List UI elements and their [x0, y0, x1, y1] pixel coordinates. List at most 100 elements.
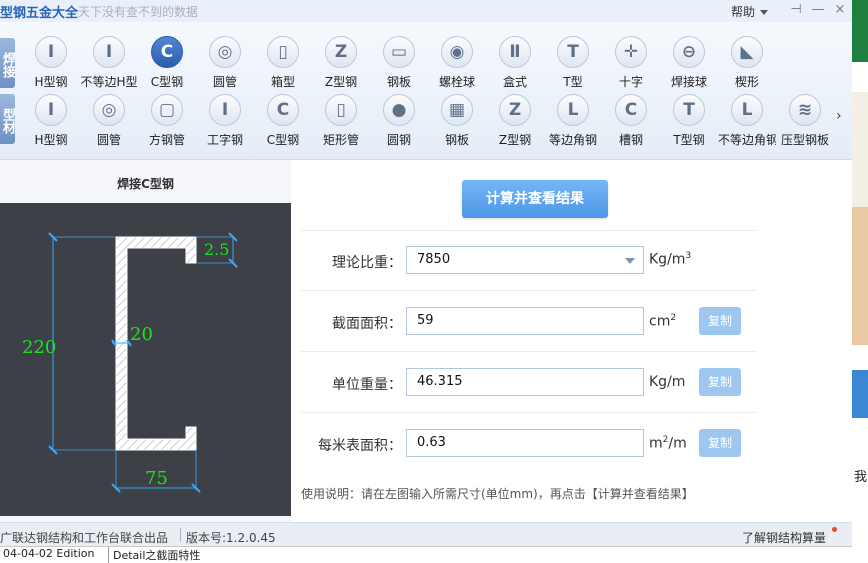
tool-profile-9[interactable]: L 等边角钢	[544, 94, 602, 148]
shape-icon: Ⅱ	[499, 36, 531, 68]
tool-label: 压型钢板	[780, 133, 829, 147]
divider	[301, 230, 756, 231]
density-value: 7850	[417, 252, 451, 267]
tool-profile-8[interactable]: Z Z型钢	[486, 94, 544, 148]
shape-icon: I	[209, 94, 241, 126]
tool-weld-11[interactable]: ⊖ 焊接球	[660, 36, 718, 90]
shape-icon: C	[267, 94, 299, 126]
help-menu[interactable]: 帮助	[731, 3, 769, 20]
tool-profile-7[interactable]: ▦ 钢板	[428, 94, 486, 148]
tool-label: 箱型	[270, 75, 295, 89]
tool-label: 槽钢	[618, 133, 643, 147]
tool-profile-5[interactable]: ▯ 矩形管	[312, 94, 370, 148]
tool-weld-4[interactable]: ▯ 箱型	[254, 36, 312, 90]
shape-icon: C	[151, 36, 183, 68]
tool-profile-4[interactable]: C C型钢	[254, 94, 312, 148]
pin-icon[interactable]: ⊣	[786, 1, 806, 19]
tool-label: T型钢	[673, 133, 705, 147]
tool-weld-12[interactable]: ◣ 楔形	[718, 36, 776, 90]
status-bar: 广联达钢结构和工作台联合出品 版本号:1.2.0.45 了解钢结构算量	[0, 522, 852, 546]
tool-label: 圆钢	[386, 133, 411, 147]
shape-icon: L	[557, 94, 589, 126]
tool-profile-10[interactable]: C 槽钢	[602, 94, 660, 148]
notification-dot	[832, 527, 837, 532]
weight-unit: Kg/m	[649, 374, 686, 390]
tool-weld-6[interactable]: ▭ 钢板	[370, 36, 428, 90]
category-tab-profile[interactable]: 型材	[0, 94, 15, 144]
publisher-text: 广联达钢结构和工作台联合出品	[0, 531, 169, 545]
tool-weld-3[interactable]: ◎ 圆管	[196, 36, 254, 90]
edge-text: 我	[854, 470, 868, 485]
shape-toolbar: 焊接 型材 I H型钢 I 不等边H型 C C型钢 ◎ 圆管 ▯ 箱型 Z Z型钢 ▭ 钢板 ◉ 螺栓球 Ⅱ 盒式…	[0, 22, 852, 160]
chevron-down-icon	[760, 10, 769, 15]
tool-weld-5[interactable]: Z Z型钢	[312, 36, 370, 90]
tool-label: C型钢	[266, 133, 300, 147]
tool-profile-12[interactable]: L 不等边角钢	[718, 94, 776, 148]
tool-profile-11[interactable]: T T型钢	[660, 94, 718, 148]
learn-more-link[interactable]: 了解钢结构算量	[742, 529, 826, 546]
shape-icon: ●	[383, 94, 415, 126]
shape-icon: ≋	[789, 94, 821, 126]
thickness-dim-value[interactable]: 20	[130, 324, 153, 345]
section-drawing: 220 2.5 20 75	[0, 203, 291, 516]
flange-dim-value[interactable]: 75	[145, 468, 168, 489]
tool-profile-2[interactable]: ▢ 方钢管	[138, 94, 196, 148]
height-dim-value[interactable]: 220	[22, 337, 56, 358]
tool-weld-1[interactable]: I 不等边H型	[80, 36, 138, 90]
tool-label: H型钢	[34, 75, 68, 89]
shape-icon: I	[35, 94, 67, 126]
tool-label: Z型钢	[324, 75, 358, 89]
tool-weld-2[interactable]: C C型钢	[138, 36, 196, 90]
shape-icon: T	[557, 36, 589, 68]
copy-surface-button[interactable]: 复制	[699, 429, 741, 457]
weight-field[interactable]: 46.315	[406, 368, 644, 396]
version-text: 版本号:1.2.0.45	[186, 531, 276, 545]
surface-label: 每米表面积：	[318, 438, 402, 454]
usage-instructions: 使用说明：请在左图输入所需尺寸(单位mm)，再点击【计算并查看结果】	[301, 487, 694, 501]
tool-weld-0[interactable]: I H型钢	[22, 36, 80, 90]
calculate-button[interactable]: 计算并查看结果	[462, 180, 608, 218]
c-section-svg: 220 2.5 20 75	[22, 232, 238, 493]
category-tab-weld[interactable]: 焊接	[0, 38, 15, 88]
copy-weight-button[interactable]: 复制	[699, 368, 741, 396]
minimize-icon[interactable]: —	[808, 1, 828, 19]
copy-area-button[interactable]: 复制	[699, 307, 741, 335]
tool-weld-10[interactable]: ✛ 十字	[602, 36, 660, 90]
divider	[301, 412, 756, 413]
chevron-right-icon[interactable]: ›	[836, 108, 842, 124]
tool-label: 圆管	[96, 133, 121, 147]
shape-icon: ◣	[731, 36, 763, 68]
tool-weld-9[interactable]: T T型	[544, 36, 602, 90]
shape-icon: ⊖	[673, 36, 705, 68]
tool-profile-0[interactable]: I H型钢	[22, 94, 80, 148]
tool-weld-7[interactable]: ◉ 螺栓球	[428, 36, 486, 90]
tool-label: 方钢管	[148, 133, 185, 147]
title-bar: 型钢五金大全 天下没有查不到的数据 帮助 ⊣ — ×	[0, 0, 852, 22]
area-field[interactable]: 59	[406, 307, 644, 335]
background-edge: 我	[852, 0, 868, 559]
help-label: 帮助	[731, 5, 756, 19]
close-icon[interactable]: ×	[830, 1, 850, 19]
tool-profile-6[interactable]: ● 圆钢	[370, 94, 428, 148]
tool-label: 楔形	[734, 75, 759, 89]
tool-label: 不等边H型	[80, 75, 138, 89]
tool-profile-13[interactable]: ≋ 压型钢板	[776, 94, 834, 148]
tool-label: 等边角钢	[548, 133, 597, 147]
surface-value: 0.63	[417, 435, 446, 450]
drawing-panel: 焊接C型钢 220 2.5 20 75	[0, 160, 291, 522]
tool-label: 十字	[618, 75, 643, 89]
tool-weld-8[interactable]: Ⅱ 盒式	[486, 36, 544, 90]
shape-icon: L	[731, 94, 763, 126]
shape-icon: ◉	[441, 36, 473, 68]
tool-profile-1[interactable]: ◎ 圆管	[80, 94, 138, 148]
shape-title: 焊接C型钢	[117, 177, 174, 191]
tool-profile-3[interactable]: I 工字钢	[196, 94, 254, 148]
surface-field[interactable]: 0.63	[406, 429, 644, 457]
tool-label: 盒式	[502, 75, 527, 89]
shape-icon: Z	[325, 36, 357, 68]
area-unit: cm2	[649, 313, 677, 330]
shape-icon: C	[615, 94, 647, 126]
density-select[interactable]: 7850	[406, 246, 644, 274]
surface-unit: m2/m	[649, 435, 687, 452]
shape-icon: ▭	[383, 36, 415, 68]
